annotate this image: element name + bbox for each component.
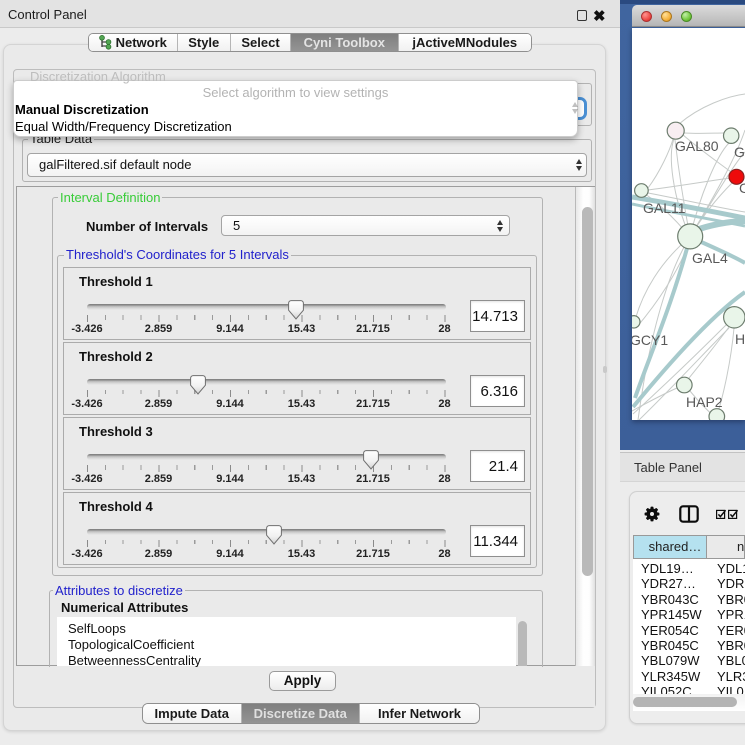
svg-text:C: C	[739, 180, 745, 196]
svg-text:HAP2: HAP2	[686, 394, 723, 410]
svg-text:GAL11: GAL11	[643, 200, 686, 216]
svg-text:GAL80: GAL80	[675, 138, 719, 154]
svg-text:GA: GA	[734, 144, 745, 160]
svg-text:GAL4: GAL4	[692, 250, 728, 266]
svg-text:GCY1: GCY1	[632, 332, 668, 348]
svg-text:H: H	[735, 331, 745, 347]
